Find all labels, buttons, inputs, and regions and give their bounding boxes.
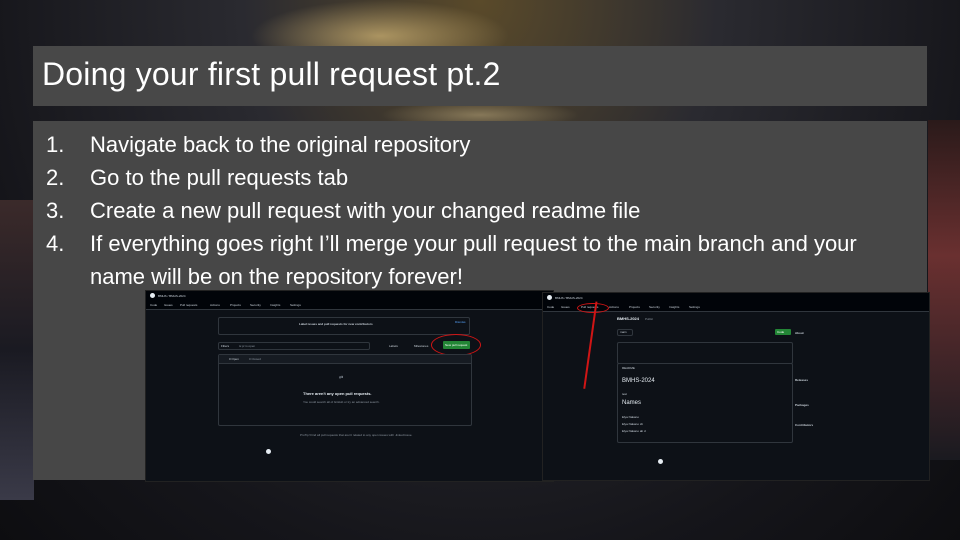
tab-pull-requests[interactable]: Pull requests bbox=[180, 303, 197, 307]
filter-placeholder: is:pr is:open bbox=[239, 344, 256, 348]
github-header: BMHS / BMHS-2024 bbox=[543, 293, 929, 302]
step-number: 2. bbox=[46, 165, 65, 190]
filter-input[interactable]: Filters is:pr is:open bbox=[218, 342, 370, 350]
tab-code[interactable]: Code bbox=[150, 303, 157, 307]
branch-label: main bbox=[620, 330, 627, 334]
step-text: Create a new pull request with your chan… bbox=[90, 198, 641, 223]
name-entry: Elya Nakano bbox=[622, 415, 640, 419]
background-right-scene bbox=[928, 120, 960, 460]
step-text: Navigate back to the original repository bbox=[90, 132, 471, 157]
footer-github-icon bbox=[658, 459, 663, 464]
code-button-label: Code bbox=[777, 330, 785, 334]
step-item: 2. Go to the pull requests tab bbox=[46, 161, 916, 194]
tab-projects[interactable]: Projects bbox=[230, 303, 241, 307]
open-count[interactable]: 0 Open bbox=[229, 357, 239, 361]
screenshot-pull-requests-tab: BMHS / BMHS-2024 Code Issues Pull reques… bbox=[145, 290, 554, 482]
tab-issues[interactable]: Issues bbox=[164, 303, 173, 307]
pull-request-icon: ⇄ bbox=[339, 375, 344, 381]
step-item: 3. Create a new pull request with your ch… bbox=[46, 194, 916, 227]
tab-security[interactable]: Security bbox=[649, 305, 660, 309]
closed-count[interactable]: 0 Closed bbox=[249, 357, 261, 361]
github-logo-icon bbox=[150, 293, 155, 298]
contributors-title: Contributors bbox=[795, 423, 814, 427]
repo-title: BMHS-2024 bbox=[617, 316, 640, 321]
step-number: 1. bbox=[46, 132, 65, 157]
branch-selector[interactable]: main bbox=[617, 329, 633, 336]
about-title: About bbox=[795, 331, 804, 335]
step-item: 4. If everything goes right I’ll merge yo… bbox=[46, 227, 916, 293]
step-number: 4. bbox=[46, 231, 65, 256]
tab-security[interactable]: Security bbox=[250, 303, 261, 307]
empty-state-title: There aren't any open pull requests. bbox=[303, 391, 372, 396]
name-entry: Elya Nakano xb bbox=[622, 422, 644, 426]
screenshot-repository-home: BMHS / BMHS-2024 Code Issues Pull reques… bbox=[542, 292, 930, 481]
github-logo-icon bbox=[547, 295, 552, 300]
readme-tab[interactable]: README bbox=[622, 366, 635, 370]
repo-path[interactable]: BMHS / BMHS-2024 bbox=[555, 296, 583, 300]
name-entry: Elya Nakano ab d bbox=[622, 429, 646, 433]
tab-actions[interactable]: Actions bbox=[210, 303, 220, 307]
background-left-scene bbox=[0, 200, 34, 500]
github-header: BMHS / BMHS-2024 bbox=[146, 291, 553, 300]
tab-settings[interactable]: Settings bbox=[689, 305, 700, 309]
tab-actions[interactable]: Actions bbox=[609, 305, 619, 309]
protip-text: ProTip! Find all pull requests that aren… bbox=[300, 433, 413, 437]
readme-panel: README BMHS-2024 test Names Elya Nakano … bbox=[617, 363, 793, 443]
readme-test: test bbox=[622, 392, 627, 396]
tab-projects[interactable]: Projects bbox=[629, 305, 640, 309]
releases-title: Releases bbox=[795, 378, 809, 382]
names-heading: Names bbox=[622, 400, 642, 406]
slide-title: Doing your first pull request pt.2 bbox=[42, 56, 501, 92]
steps-list: 1. Navigate back to the original reposito… bbox=[46, 128, 916, 293]
slide-title-bar: Doing your first pull request pt.2 bbox=[33, 46, 927, 106]
annotation-circle bbox=[431, 334, 481, 356]
visibility-badge: Public bbox=[645, 317, 654, 321]
code-button[interactable]: Code bbox=[775, 329, 791, 335]
empty-state-subtitle: You could search all of GitHub or try an… bbox=[303, 400, 380, 404]
tab-insights[interactable]: Insights bbox=[669, 305, 679, 309]
step-number: 3. bbox=[46, 198, 65, 223]
tab-insights[interactable]: Insights bbox=[270, 303, 280, 307]
contributor-banner: Label issues and pull requests for new c… bbox=[218, 317, 470, 335]
milestones-button[interactable]: Milestones bbox=[414, 344, 428, 348]
filter-label[interactable]: Filters bbox=[221, 344, 229, 348]
labels-button[interactable]: Labels bbox=[389, 344, 398, 348]
step-item: 1. Navigate back to the original reposito… bbox=[46, 128, 916, 161]
banner-dismiss[interactable]: Dismiss bbox=[455, 320, 466, 324]
packages-title: Packages bbox=[795, 403, 809, 407]
tab-issues[interactable]: Issues bbox=[561, 305, 570, 309]
pull-request-list: 0 Open 0 Closed ⇄ There aren't any open … bbox=[218, 354, 472, 426]
readme-heading: BMHS-2024 bbox=[622, 378, 655, 384]
banner-title: Label issues and pull requests for new c… bbox=[299, 322, 373, 326]
repo-path[interactable]: BMHS / BMHS-2024 bbox=[158, 294, 186, 298]
footer-github-icon bbox=[266, 449, 271, 454]
tab-code[interactable]: Code bbox=[547, 305, 554, 309]
tab-settings[interactable]: Settings bbox=[290, 303, 301, 307]
file-list bbox=[617, 342, 793, 364]
repo-tabs: Code Issues Pull requests Actions Projec… bbox=[146, 300, 553, 310]
list-header: 0 Open 0 Closed bbox=[219, 355, 471, 364]
step-text: Go to the pull requests tab bbox=[90, 165, 349, 190]
step-text: If everything goes right I’ll merge your… bbox=[90, 231, 857, 289]
